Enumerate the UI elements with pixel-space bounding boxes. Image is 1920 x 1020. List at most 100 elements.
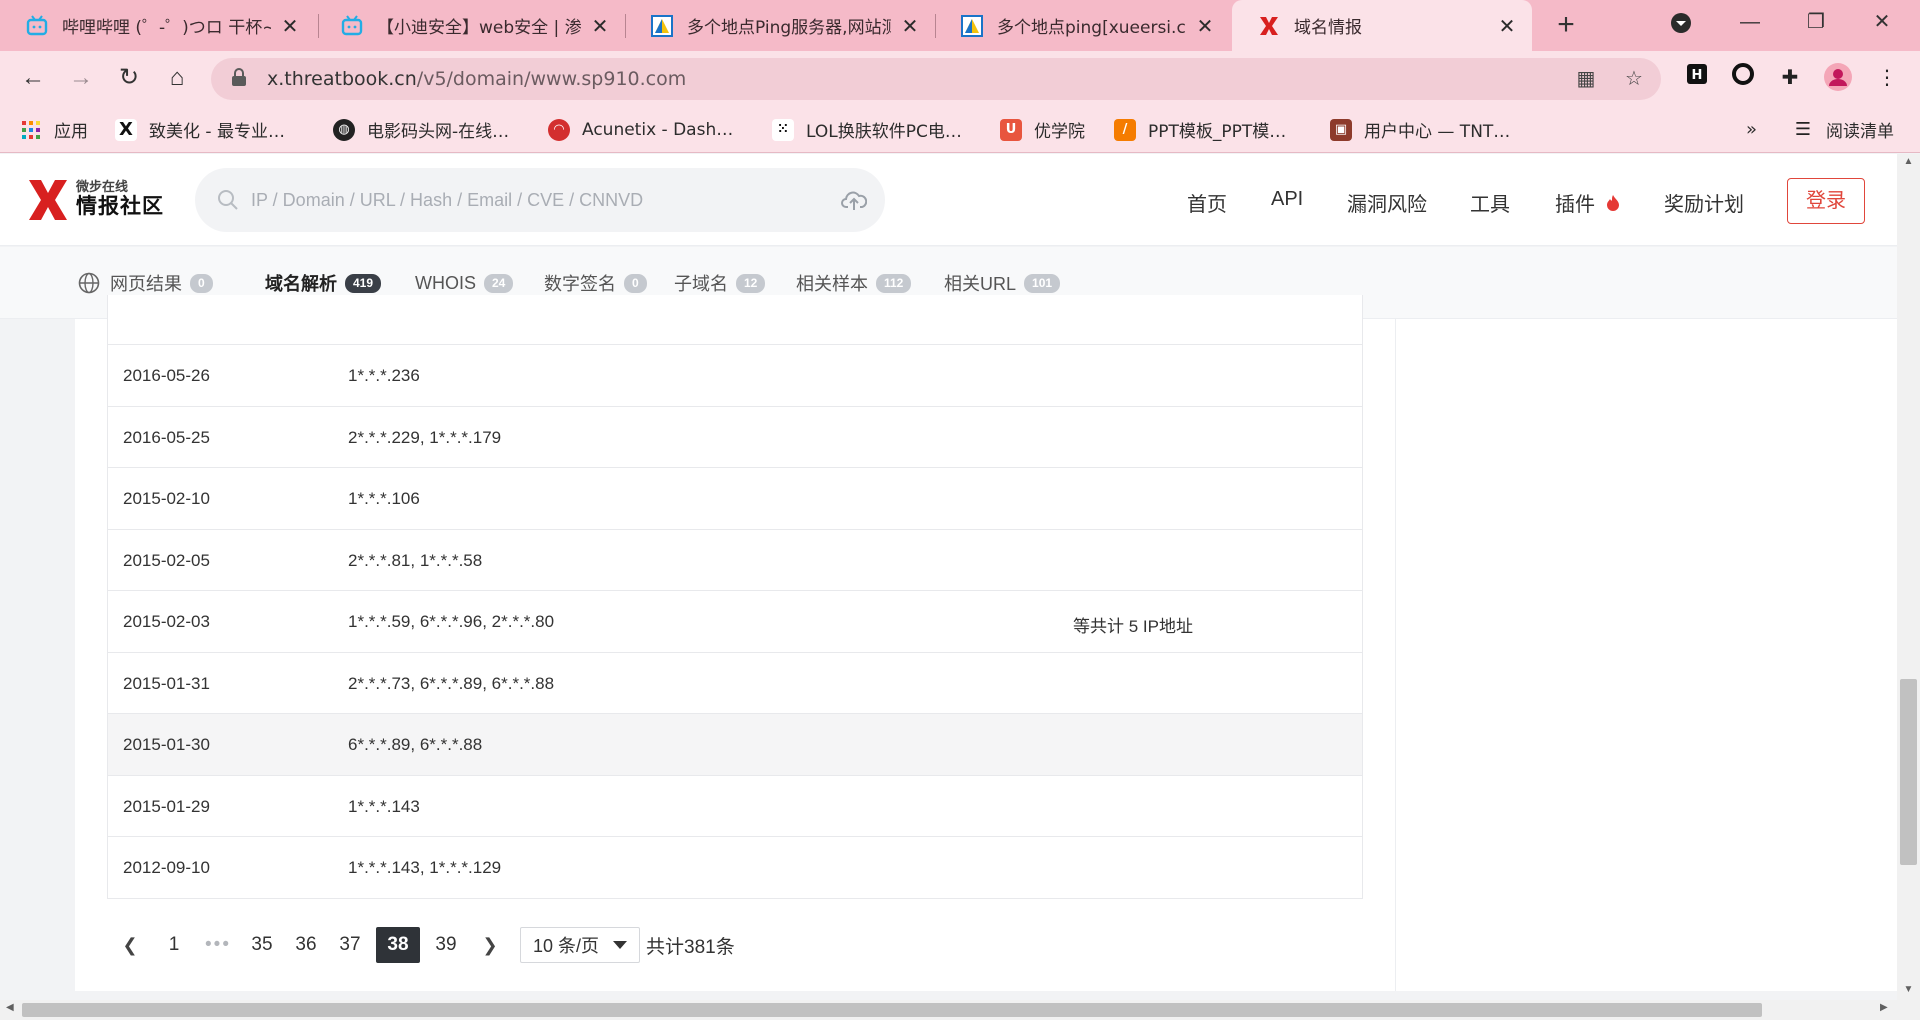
tab-search-icon[interactable] <box>1651 0 1711 44</box>
reading-list[interactable]: ☰ 阅读清单 <box>1792 106 1894 153</box>
table-row[interactable]: 2015-02-03 1*.*.*.59, 6*.*.*.96, 2*.*.*.… <box>108 590 1362 652</box>
close-window-icon[interactable]: ✕ <box>1852 0 1912 44</box>
nav-rewards[interactable]: 奖励计划 <box>1664 188 1744 217</box>
resolved-ips[interactable]: 1*.*.*.236 <box>348 366 420 386</box>
table-row[interactable]: 2015-02-05 2*.*.*.81, 1*.*.*.58 <box>108 528 1362 591</box>
restore-icon[interactable]: ❐ <box>1786 0 1846 44</box>
table-row-hovered[interactable]: 2015-01-30 6*.*.*.89, 6*.*.*.88 <box>108 713 1362 775</box>
nav-vulnerabilities[interactable]: 漏洞风险 <box>1347 188 1427 217</box>
resolved-ips[interactable]: 1*.*.*.143 <box>348 797 420 817</box>
minimize-icon[interactable]: — <box>1720 0 1780 44</box>
resolved-ips[interactable]: 2*.*.*.73, 6*.*.*.89, 6*.*.*.88 <box>348 674 554 694</box>
bookmark-item[interactable]: ◍ 电影码头网-在线… <box>333 106 509 153</box>
scroll-down-icon[interactable]: ▼ <box>1897 984 1920 995</box>
page-size-select[interactable]: 10 条/页 <box>520 927 640 963</box>
resolved-ips[interactable]: 1*.*.*.143, 1*.*.*.129 <box>348 858 501 878</box>
site-search-box[interactable] <box>195 168 885 232</box>
table-row[interactable]: 2015-02-10 1*.*.*.106 <box>108 467 1362 529</box>
globe-icon: ◍ <box>333 118 355 141</box>
close-tab-icon[interactable]: ✕ <box>589 14 611 38</box>
reload-icon[interactable]: ↻ <box>112 61 146 95</box>
browser-tab[interactable]: 【小迪安全】web安全 | 渗透测试 ✕ <box>315 0 625 51</box>
scroll-left-icon[interactable]: ◀ <box>6 1002 14 1013</box>
threatbook-logo[interactable]: 微步在线 情报社区 <box>28 174 164 226</box>
upload-cloud-icon[interactable] <box>841 188 867 212</box>
resolved-ips[interactable]: 6*.*.*.89, 6*.*.*.88 <box>348 735 482 755</box>
nav-plugins[interactable]: 插件 <box>1555 188 1621 217</box>
scroll-right-icon[interactable]: ▶ <box>1880 1002 1888 1013</box>
bookmark-item[interactable]: ▣ 用户中心 — TNT… <box>1330 106 1510 153</box>
extension-h-icon[interactable]: H <box>1682 63 1712 93</box>
current-page-button[interactable]: 38 <box>376 927 420 963</box>
prev-page-icon[interactable]: ❮ <box>112 927 148 963</box>
page-button[interactable]: 36 <box>288 927 324 963</box>
bookmark-item[interactable]: ◠ Acunetix - Dash… <box>548 106 733 153</box>
browser-tab[interactable]: 哔哩哔哩 (゜-゜)つロ 干杯~-bilibili ✕ <box>0 0 315 51</box>
back-arrow-icon[interactable]: ← <box>16 61 50 95</box>
scroll-up-icon[interactable]: ▲ <box>1897 156 1920 167</box>
bookmark-item[interactable]: ⁙ LOL换肤软件PC电… <box>772 106 962 153</box>
browser-menu-icon[interactable]: ⋮ <box>1872 63 1902 93</box>
horizontal-scrollbar[interactable]: ◀ ▶ <box>0 1000 1920 1020</box>
bookmark-item[interactable]: X 致美化 - 最专业… <box>115 106 285 153</box>
new-tab-plus-icon[interactable]: + <box>1549 9 1583 43</box>
url-text[interactable]: x.threatbook.cn/v5/domain/www.sp910.com <box>267 68 686 90</box>
vertical-scrollbar[interactable]: ▲ ▼ <box>1897 154 1920 1000</box>
qr-code-icon[interactable]: ▦ <box>1573 66 1599 92</box>
tab-label: 网页结果 <box>110 274 182 294</box>
close-tab-icon[interactable]: ✕ <box>1194 14 1216 38</box>
more-bookmarks-icon[interactable]: » <box>1746 106 1757 153</box>
resolved-ips[interactable]: 2*.*.*.229, 1*.*.*.179 <box>348 428 501 448</box>
page-size-value: 10 条/页 <box>533 936 600 956</box>
table-row[interactable]: 2015-01-29 1*.*.*.143 <box>108 774 1362 837</box>
resolved-ips[interactable]: 2*.*.*.81, 1*.*.*.58 <box>348 551 482 571</box>
bookmark-item[interactable]: U 优学院 <box>1000 106 1085 153</box>
search-input[interactable] <box>251 189 811 211</box>
bookmark-item[interactable]: / PPT模板_PPT模… <box>1114 106 1286 153</box>
nav-tools[interactable]: 工具 <box>1470 188 1510 217</box>
page-button[interactable]: 35 <box>244 927 280 963</box>
profile-avatar-icon[interactable] <box>1823 63 1853 93</box>
page-button[interactable]: 39 <box>428 927 464 963</box>
scrollbar-thumb[interactable] <box>22 1003 1762 1017</box>
close-tab-icon[interactable]: ✕ <box>899 14 921 38</box>
count-badge: 0 <box>190 273 213 293</box>
table-row[interactable]: 2016-05-25 2*.*.*.229, 1*.*.*.179 <box>108 405 1362 468</box>
page-ellipsis[interactable]: ••• <box>200 927 236 963</box>
dns-resolution-table: 2016-05-26 1*.*.*.236 2016-05-25 2*.*.*.… <box>107 295 1363 899</box>
browser-tab-active[interactable]: 域名情报 ✕ <box>1232 0 1532 51</box>
close-tab-icon[interactable]: ✕ <box>279 14 301 38</box>
forward-arrow-icon[interactable]: → <box>64 61 98 95</box>
table-row[interactable]: 2016-05-26 1*.*.*.236 <box>108 344 1362 406</box>
tab-label: 域名解析 <box>265 274 337 294</box>
browser-tab[interactable]: 多个地点ping[xueersi.com] ✕ <box>935 0 1230 51</box>
bookmark-star-icon[interactable]: ☆ <box>1621 66 1647 92</box>
close-tab-icon[interactable]: ✕ <box>1496 14 1518 38</box>
page-button[interactable]: 37 <box>332 927 368 963</box>
lock-icon[interactable] <box>231 67 251 91</box>
bookmark-label: 致美化 - 最专业… <box>149 122 285 142</box>
bookmark-apps[interactable]: 应用 <box>20 106 88 153</box>
table-row[interactable]: 2015-01-31 2*.*.*.73, 6*.*.*.89, 6*.*.*.… <box>108 651 1362 714</box>
resolved-ips[interactable]: 1*.*.*.59, 6*.*.*.96, 2*.*.*.80 <box>348 612 554 632</box>
nav-api[interactable]: API <box>1271 188 1303 211</box>
address-bar[interactable]: x.threatbook.cn/v5/domain/www.sp910.com … <box>211 58 1661 100</box>
extensions-puzzle-icon[interactable]: ✚ <box>1775 63 1805 93</box>
bilibili-icon <box>26 14 48 35</box>
zhimeihua-icon: X <box>115 118 137 141</box>
ip-count-note[interactable]: 等共计 5 IP地址 <box>1073 612 1193 637</box>
tab-title: 多个地点ping[xueersi.com] <box>997 18 1186 38</box>
browser-tab[interactable]: 多个地点Ping服务器,网站测速 ✕ <box>625 0 935 51</box>
home-icon[interactable]: ⌂ <box>160 61 194 95</box>
reading-list-label: 阅读清单 <box>1826 122 1894 142</box>
next-page-icon[interactable]: ❯ <box>472 927 508 963</box>
extension-circle-icon[interactable] <box>1728 63 1758 93</box>
resolved-ips[interactable]: 1*.*.*.106 <box>348 489 420 509</box>
page-button[interactable]: 1 <box>156 927 192 963</box>
caret-down-icon <box>613 941 627 949</box>
nav-home[interactable]: 首页 <box>1187 188 1227 217</box>
scrollbar-thumb[interactable] <box>1900 679 1917 865</box>
table-row[interactable]: 2012-09-10 1*.*.*.143, 1*.*.*.129 <box>108 836 1362 898</box>
login-button[interactable]: 登录 <box>1787 178 1865 224</box>
bookmarks-bar: 应用 X 致美化 - 最专业… ◍ 电影码头网-在线… ◠ Acunetix -… <box>0 106 1920 153</box>
